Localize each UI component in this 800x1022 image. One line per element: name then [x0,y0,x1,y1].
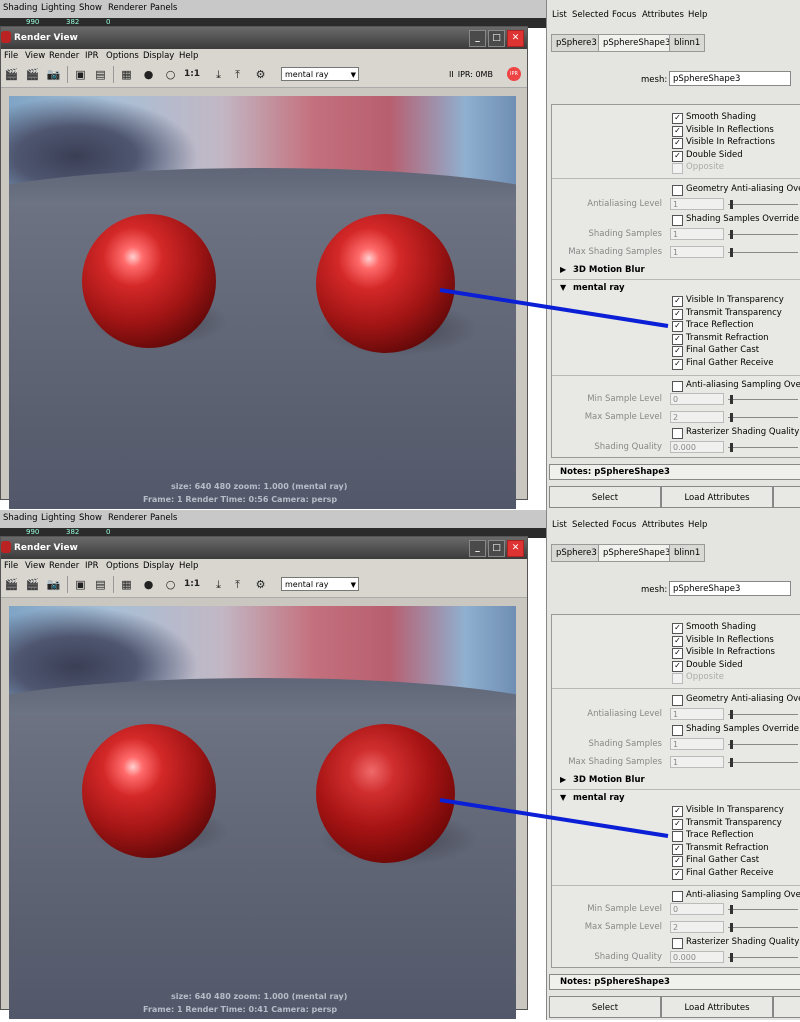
annotation-line [439,798,669,838]
annotation-line-path [439,288,669,328]
comparison-panel-1: Shading Lighting Show Renderer Panels 990 382 0… [0,0,800,510]
annotation-line-path [439,798,669,838]
comparison-panel-2: Shading Lighting Show Renderer Panels 990 382 0… [0,510,800,1020]
annotation-line [439,288,669,328]
